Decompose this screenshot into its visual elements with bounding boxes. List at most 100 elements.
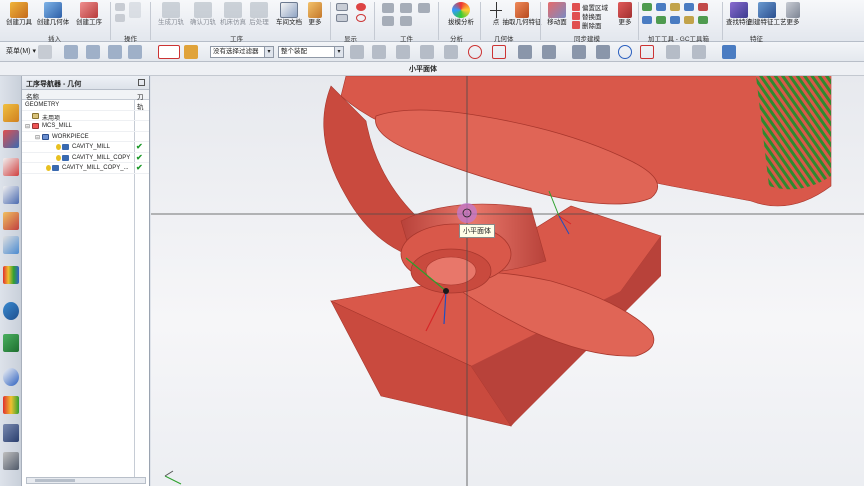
toolbar-icon[interactable] xyxy=(596,45,610,59)
gc-tool-icon-5[interactable] xyxy=(698,3,708,11)
separator xyxy=(638,2,639,40)
resource-tab-icon[interactable] xyxy=(3,212,19,230)
gc-tool-icon-2[interactable] xyxy=(656,3,666,11)
gc-tool-icon-8[interactable] xyxy=(670,16,680,24)
create-feature-process-button[interactable]: 创建特征工艺 xyxy=(748,2,787,26)
toolbar-icon[interactable] xyxy=(542,45,556,59)
ops-more-button[interactable]: 更多 xyxy=(302,2,328,26)
resource-tab-icon[interactable] xyxy=(3,396,19,414)
gc-tool-icon-6[interactable] xyxy=(642,16,652,24)
graphics-window[interactable]: 小平面体 xyxy=(151,76,864,486)
create-operation-button[interactable]: 创建工序 xyxy=(72,2,106,26)
scroll-thumb[interactable] xyxy=(35,479,75,482)
assembly-select[interactable]: 整个装配 ▾ xyxy=(278,46,344,58)
resource-tab-icon[interactable] xyxy=(3,266,19,284)
toolbar-icon[interactable] xyxy=(420,45,434,59)
resource-tab-icon[interactable] xyxy=(3,130,19,148)
resource-tab-icon[interactable] xyxy=(3,302,19,320)
features-more-button[interactable]: 更多 xyxy=(780,2,806,26)
toolbar-icon[interactable] xyxy=(396,45,410,59)
toolbar-icon[interactable] xyxy=(128,45,142,59)
display-mode-icon[interactable] xyxy=(336,3,348,11)
sync-more-button[interactable]: 更多 xyxy=(612,2,638,26)
toolbar-icon[interactable] xyxy=(518,45,532,59)
collapse-icon[interactable]: ⊟ xyxy=(25,123,30,130)
horizontal-scrollbar[interactable] xyxy=(26,477,146,484)
shop-doc-button[interactable]: 车间文档 xyxy=(272,2,306,26)
gc-tool-icon-9[interactable] xyxy=(684,16,694,24)
resource-tab-icon[interactable] xyxy=(3,452,19,470)
delete-face-button[interactable]: 删除面 xyxy=(572,20,602,30)
resource-tab-icon[interactable] xyxy=(3,424,19,442)
rect-select-icon[interactable] xyxy=(492,45,506,59)
resource-tab-icon[interactable] xyxy=(3,186,19,204)
display-shaded-icon[interactable] xyxy=(336,14,348,22)
fit-icon[interactable] xyxy=(640,45,654,59)
slope-analysis-icon xyxy=(452,2,470,18)
toolbar-icon[interactable] xyxy=(108,45,122,59)
program-view-icon[interactable] xyxy=(158,45,180,59)
move-face-button[interactable]: 移动面 xyxy=(542,2,572,26)
tree-row-cavity-mill[interactable]: CAVITY_MILL ✔ xyxy=(22,142,149,153)
workpiece-icon-5[interactable] xyxy=(400,16,412,26)
resource-tab-icon[interactable] xyxy=(3,236,19,254)
toolbar-icon[interactable] xyxy=(64,45,78,59)
toolbar-icon[interactable] xyxy=(184,45,198,59)
toolbar-icon[interactable] xyxy=(372,45,386,59)
more-icon xyxy=(786,2,800,18)
gc-tool-icon-4[interactable] xyxy=(684,3,694,11)
extract-geometry-button[interactable]: 抽取几何特征 xyxy=(503,2,542,26)
gc-tool-icon-3[interactable] xyxy=(670,3,680,11)
tree-row-cavity-mill-copy-copy[interactable]: CAVITY_MILL_COPY_... ✔ xyxy=(22,163,149,174)
maximize-icon[interactable] xyxy=(138,79,145,86)
generate-path-button[interactable]: 生成刀轨 xyxy=(154,2,188,26)
toolbar-icon[interactable] xyxy=(86,45,100,59)
tree-row-mcs-mill[interactable]: ⊟ MCS_MILL xyxy=(22,121,149,132)
toolbar-icon[interactable] xyxy=(722,45,736,59)
separator xyxy=(330,2,331,40)
separator xyxy=(540,2,541,40)
slope-analysis-button[interactable]: 拔模分析 xyxy=(444,2,478,26)
folder-icon xyxy=(32,112,39,119)
resource-tab-icon[interactable] xyxy=(3,158,19,176)
workpiece-icon-4[interactable] xyxy=(382,16,394,26)
create-geometry-button[interactable]: 创建几何体 xyxy=(36,2,70,26)
machine-sim-icon xyxy=(224,2,242,18)
collapse-icon[interactable]: ⊟ xyxy=(35,134,40,141)
circle-select-icon[interactable] xyxy=(468,45,482,59)
display-point-icon[interactable] xyxy=(356,3,366,11)
confirm-path-button[interactable]: 确认刀轨 xyxy=(186,2,220,26)
toolbar-icon[interactable] xyxy=(38,45,52,59)
gc-tool-icon-1[interactable] xyxy=(642,3,652,11)
display-circle-icon[interactable] xyxy=(356,14,366,22)
toolbar-icon[interactable] xyxy=(666,45,680,59)
tree-row-workpiece[interactable]: ⊟ WORKPIECE xyxy=(22,132,149,142)
check-icon: ✔ xyxy=(136,142,143,151)
toolbar-icon[interactable] xyxy=(350,45,364,59)
separator xyxy=(150,2,151,40)
gc-tool-icon-7[interactable] xyxy=(656,16,666,24)
gc-tool-icon-10[interactable] xyxy=(698,16,708,24)
resource-tab-icon[interactable] xyxy=(3,334,19,352)
create-tool-button[interactable]: 创建刀具 xyxy=(2,2,36,26)
workpiece-icon-2[interactable] xyxy=(400,3,412,13)
filter-select[interactable]: 没有选择过滤器 ▾ xyxy=(210,46,274,58)
toolbar-icon[interactable] xyxy=(692,45,706,59)
resource-tab-icon[interactable] xyxy=(3,104,19,122)
model-viewport[interactable] xyxy=(151,76,864,486)
tree-row-cavity-mill-copy[interactable]: CAVITY_MILL_COPY ✔ xyxy=(22,153,149,163)
tree-row-unused[interactable]: 未用项 xyxy=(22,111,149,122)
separator xyxy=(438,2,439,40)
menu-button[interactable]: 菜单(M) ▾ xyxy=(6,46,36,56)
toolbar-icon[interactable] xyxy=(572,45,586,59)
toolbar-icon[interactable] xyxy=(444,45,458,59)
rotate-icon[interactable] xyxy=(618,45,632,59)
tree-row-geometry[interactable]: GEOMETRY xyxy=(22,100,149,111)
workpiece-icon-3[interactable] xyxy=(418,3,430,13)
more-icon xyxy=(308,2,322,18)
clock-icon[interactable] xyxy=(3,368,19,386)
confirm-path-icon xyxy=(194,2,212,18)
post-process-button[interactable]: 后处理 xyxy=(244,2,274,26)
workpiece-icon-1[interactable] xyxy=(382,3,394,13)
operation-dropdown[interactable] xyxy=(124,2,146,18)
